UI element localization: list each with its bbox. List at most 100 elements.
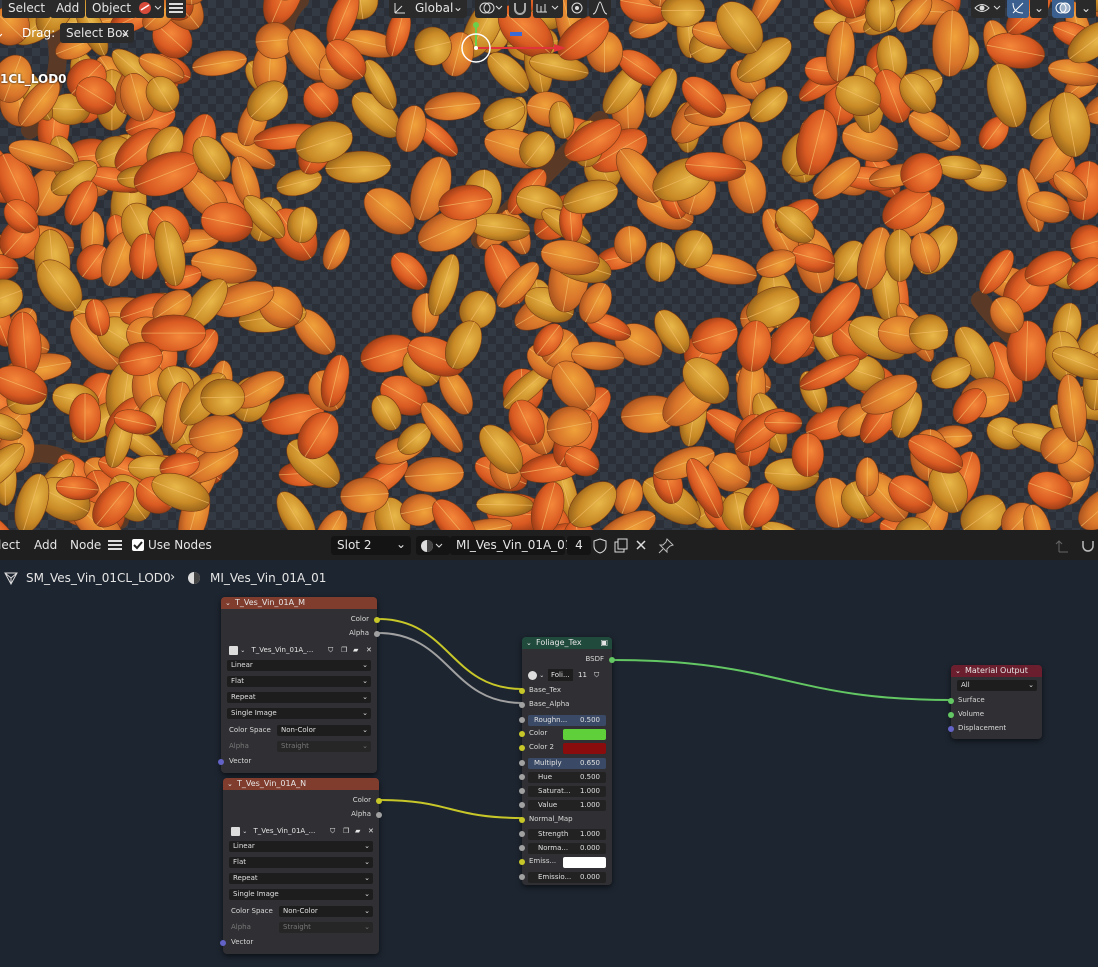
input-normal-socket[interactable] — [519, 845, 525, 851]
add-menu[interactable]: Add — [34, 538, 57, 552]
chevron-down-icon[interactable]: ⌄ — [227, 778, 233, 790]
emission-swatch[interactable] — [563, 857, 606, 868]
overlays-toggle[interactable] — [1052, 0, 1074, 18]
interpolation-dropdown[interactable]: Linear ⌄ — [227, 660, 371, 671]
input-strength-socket[interactable] — [519, 831, 525, 837]
gizmo-y-handle[interactable] — [473, 22, 479, 28]
color-swatch[interactable] — [563, 729, 606, 740]
shading-mode-button[interactable] — [134, 0, 164, 18]
node-header[interactable]: ⌄ T_Ves_Vin_01A_M — [221, 597, 377, 609]
image-selector[interactable]: ⌄ T_Ves_Vin_01A_... ⛉ ❐ ▰ ✕ — [229, 644, 372, 656]
gizmo-toggle[interactable] — [1007, 0, 1029, 18]
normal-field[interactable]: Norma... 0.000 — [528, 843, 606, 854]
transform-gizmo[interactable] — [450, 16, 580, 76]
source-dropdown[interactable]: Single Image ⌄ — [227, 708, 371, 719]
gizmo-x-arrow[interactable] — [554, 44, 566, 52]
shader-node-editor[interactable]: lect Add Node Use Nodes Slot 2 ⌄ MI_Ves_… — [0, 530, 1098, 967]
input-normal-map-socket[interactable] — [519, 817, 525, 823]
input-displacement-socket[interactable] — [948, 726, 954, 732]
extension-dropdown[interactable]: Repeat ⌄ — [229, 873, 373, 884]
interpolation-dropdown[interactable]: Linear ⌄ — [229, 841, 373, 852]
emission-strength-field[interactable]: Emissio... 0.000 — [528, 872, 606, 883]
image-selector[interactable]: ⌄ T_Ves_Vin_01A_... ⛉ ❐ ▰ ✕ — [231, 825, 374, 837]
fake-user-shield-icon[interactable]: ⛉ — [594, 669, 599, 681]
node-header[interactable]: ⌄ Material Output — [951, 665, 1042, 677]
add-menu[interactable]: Add — [50, 0, 86, 18]
roughness-slider[interactable]: Roughn... 0.500 — [528, 715, 606, 726]
foliage-tex-group-node[interactable]: ⌄ Foliage_Tex ▣ BSDF ⌄ Foli... 11 ⛉ Base… — [519, 637, 615, 885]
output-color-socket[interactable] — [374, 617, 380, 623]
input-emission-socket[interactable] — [519, 859, 525, 865]
visibility-dropdown[interactable] — [971, 0, 1005, 18]
fake-user-shield-icon[interactable]: ⛉ — [330, 825, 335, 837]
fake-user-shield-icon[interactable]: ⛉ — [328, 644, 333, 656]
color2-swatch[interactable] — [563, 743, 606, 754]
close-icon[interactable]: ✕ — [366, 644, 372, 656]
pin-icon[interactable] — [658, 538, 674, 554]
input-surface-socket[interactable] — [948, 698, 954, 704]
source-dropdown[interactable]: Single Image ⌄ — [229, 889, 373, 900]
input-base-alpha-socket[interactable] — [519, 702, 525, 708]
input-vector-socket[interactable] — [218, 759, 224, 765]
image-texture-node-m[interactable]: ⌄ T_Ves_Vin_01A_M Color Alpha ⌄ T_Ves_Vi… — [218, 597, 380, 773]
duplicate-icon[interactable] — [614, 538, 628, 554]
chevron-down-icon[interactable]: ⌄ — [225, 597, 231, 609]
input-roughness-socket[interactable] — [519, 717, 525, 723]
input-saturation-socket[interactable] — [519, 788, 525, 794]
output-bsdf-socket[interactable] — [609, 657, 615, 663]
drag-mode-dropdown[interactable]: Select Box ⌄ — [60, 23, 134, 43]
select-menu[interactable]: lect — [0, 538, 20, 552]
extension-dropdown[interactable]: Repeat ⌄ — [227, 692, 371, 703]
overlays-dropdown[interactable]: ⌄ — [1076, 0, 1096, 18]
input-color2-socket[interactable] — [519, 745, 525, 751]
image-texture-node-n[interactable]: ⌄ T_Ves_Vin_01A_N Color Alpha ⌄ T_Ves_Vi… — [220, 778, 382, 954]
material-output-node[interactable]: ⌄ Material Output All ⌄ Surface Volume Di… — [948, 665, 1042, 739]
multiply-slider[interactable]: Multiply 0.650 — [528, 758, 606, 769]
fake-user-shield-icon[interactable] — [593, 538, 607, 554]
parent-node-tree-icon[interactable] — [1055, 538, 1071, 554]
color-space-dropdown[interactable]: Non-Color ⌄ — [279, 906, 373, 917]
output-alpha-socket[interactable] — [376, 812, 382, 818]
node-group-icon[interactable]: ▣ — [600, 637, 608, 649]
input-multiply-socket[interactable] — [519, 760, 525, 766]
material-users-count[interactable]: 4 — [567, 536, 591, 555]
output-color-socket[interactable] — [376, 798, 382, 804]
color-space-dropdown[interactable]: Non-Color ⌄ — [277, 725, 371, 736]
chevron-down-icon[interactable]: ⌄ — [526, 637, 532, 649]
use-nodes-checkbox[interactable] — [132, 539, 144, 551]
hamburger-menu-button[interactable] — [166, 0, 186, 18]
close-icon[interactable]: ✕ — [368, 825, 374, 837]
output-target-dropdown[interactable]: All ⌄ — [957, 680, 1037, 691]
node-menu[interactable]: Node — [70, 538, 101, 552]
projection-dropdown[interactable]: Flat ⌄ — [229, 857, 373, 868]
snap-magnet-icon[interactable] — [1080, 538, 1096, 554]
input-base-tex-socket[interactable] — [519, 688, 525, 694]
hamburger-icon[interactable] — [108, 539, 122, 551]
browse-material-button[interactable] — [416, 536, 450, 555]
falloff-dropdown[interactable] — [589, 0, 611, 18]
3d-viewport[interactable]: Select Add Object ⌄ Drag: Select Box ⌄ G… — [0, 0, 1098, 530]
input-vector-socket[interactable] — [220, 940, 226, 946]
duplicate-icon[interactable]: ❐ — [341, 644, 347, 656]
hue-field[interactable]: Hue 0.500 — [528, 772, 606, 783]
chevron-down-icon[interactable]: ⌄ — [955, 665, 961, 677]
strength-field[interactable]: Strength 1.000 — [528, 829, 606, 840]
node-header[interactable]: ⌄ T_Ves_Vin_01A_N — [223, 778, 379, 790]
value-field[interactable]: Value 1.000 — [528, 800, 606, 811]
projection-dropdown[interactable]: Flat ⌄ — [227, 676, 371, 687]
close-icon[interactable] — [635, 539, 647, 551]
input-value-socket[interactable] — [519, 802, 525, 808]
input-hue-socket[interactable] — [519, 774, 525, 780]
node-group-selector[interactable]: ⌄ Foli... 11 ⛉ — [528, 669, 608, 681]
folder-icon[interactable]: ▰ — [355, 825, 360, 837]
chevron-down-icon[interactable]: ⌄ — [0, 26, 5, 41]
folder-icon[interactable]: ▰ — [353, 644, 358, 656]
input-emission-strength-socket[interactable] — [519, 874, 525, 880]
input-volume-socket[interactable] — [948, 712, 954, 718]
material-slot-dropdown[interactable]: Slot 2 ⌄ — [331, 536, 411, 555]
gizmo-dropdown[interactable]: ⌄ — [1030, 0, 1048, 18]
input-color-socket[interactable] — [519, 731, 525, 737]
duplicate-icon[interactable]: ❐ — [343, 825, 349, 837]
output-alpha-socket[interactable] — [374, 631, 380, 637]
material-name-field[interactable]: MI_Ves_Vin_01A_01 — [450, 536, 572, 555]
